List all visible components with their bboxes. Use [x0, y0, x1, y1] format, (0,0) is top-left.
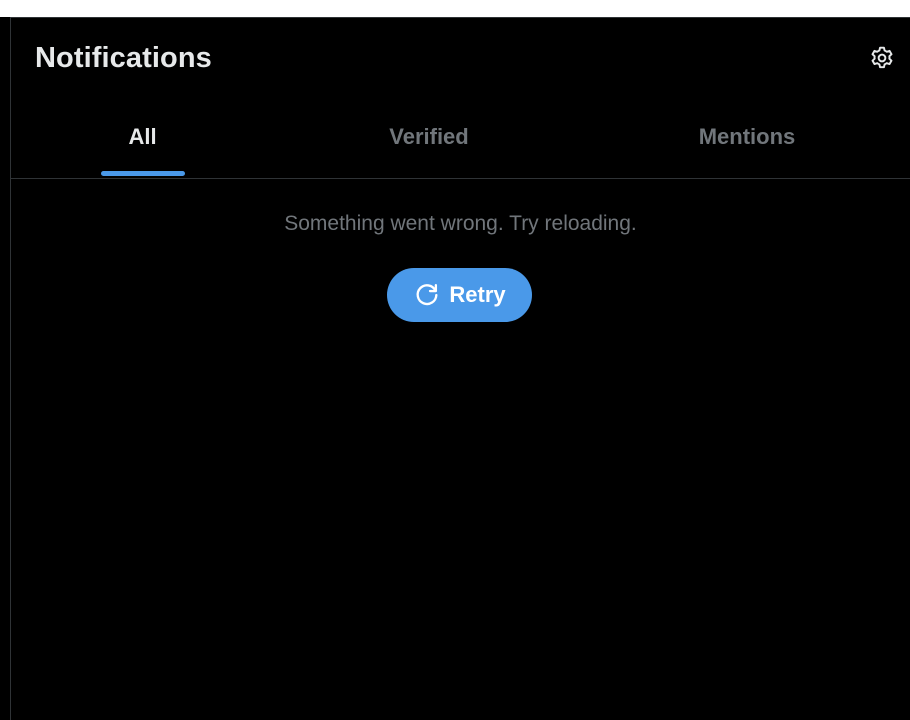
- active-tab-indicator: [100, 171, 185, 176]
- tab-mentions[interactable]: Mentions: [584, 100, 910, 178]
- retry-button[interactable]: Retry: [387, 268, 532, 322]
- top-edge: [0, 0, 910, 17]
- notification-tabs: All Verified Mentions: [11, 100, 910, 179]
- tab-all[interactable]: All: [11, 100, 274, 178]
- retry-label: Retry: [449, 282, 506, 307]
- notifications-panel: Notifications All Verified Mentions Some…: [10, 17, 910, 720]
- tab-all-label: All: [128, 124, 157, 149]
- error-state: Something went wrong. Try reloading.: [11, 198, 910, 236]
- left-edge: [0, 17, 10, 720]
- tab-verified[interactable]: Verified: [274, 100, 584, 178]
- error-message: Something went wrong. Try reloading.: [284, 212, 637, 235]
- tab-mentions-label: Mentions: [698, 124, 796, 149]
- gear-icon: [871, 46, 893, 69]
- notifications-header: Notifications: [11, 18, 910, 100]
- tab-verified-label: Verified: [389, 124, 469, 149]
- refresh-icon: [416, 284, 438, 306]
- page-title: Notifications: [35, 42, 212, 74]
- settings-button[interactable]: [866, 42, 898, 74]
